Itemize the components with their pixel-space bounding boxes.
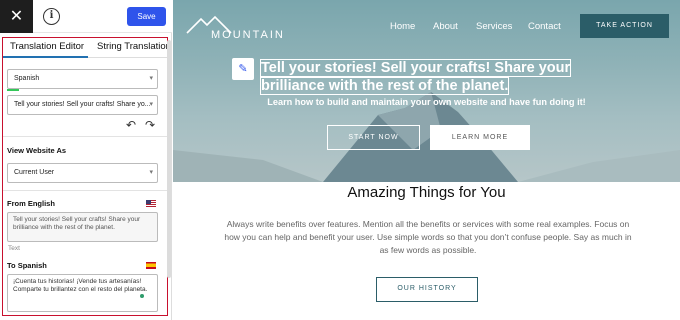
website-preview: MOUNTAIN Home About Services Contact TAK… bbox=[173, 0, 680, 320]
chevron-down-icon: ▾ bbox=[149, 101, 153, 108]
hero-section: MOUNTAIN Home About Services Contact TAK… bbox=[173, 0, 680, 182]
info-icon[interactable]: i bbox=[43, 8, 60, 25]
pencil-icon[interactable]: ✎ bbox=[232, 58, 254, 80]
chevron-down-icon: ▾ bbox=[149, 169, 153, 176]
divider bbox=[3, 136, 167, 137]
take-action-button[interactable]: TAKE ACTION bbox=[580, 14, 669, 38]
editor-topbar: ✕ i Save bbox=[0, 0, 172, 33]
headline-line-1: Tell your stories! Sell your crafts! Sha… bbox=[259, 59, 572, 77]
view-as-label: View Website As bbox=[7, 146, 67, 155]
learn-more-button[interactable]: LEARN MORE bbox=[430, 125, 530, 150]
view-as-value: Current User bbox=[14, 169, 55, 176]
hero-headline[interactable]: Tell your stories! Sell your crafts! Sha… bbox=[259, 59, 593, 95]
source-text-field: Tell your stories! Sell your crafts! Sha… bbox=[7, 212, 158, 242]
translation-text-field[interactable]: ¡Cuenta tus historias! ¡Vende tus artesa… bbox=[7, 274, 158, 312]
view-as-select[interactable]: Current User ▾ bbox=[7, 163, 158, 183]
editor-tabs: Translation Editor String Translation bbox=[3, 38, 167, 58]
save-button[interactable]: Save bbox=[127, 7, 166, 26]
close-icon[interactable]: ✕ bbox=[0, 0, 33, 33]
us-flag-icon bbox=[146, 200, 156, 207]
grammar-check-icon[interactable] bbox=[140, 294, 144, 298]
nav-about[interactable]: About bbox=[433, 21, 458, 32]
tab-translation-editor[interactable]: Translation Editor bbox=[10, 41, 84, 52]
to-spanish-label: To Spanish bbox=[7, 261, 47, 270]
divider bbox=[3, 190, 167, 191]
hero-subheadline: Learn how to build and maintain your own… bbox=[267, 97, 586, 107]
site-logo-text: MOUNTAIN bbox=[211, 29, 285, 41]
source-type-label: Text bbox=[8, 245, 20, 252]
section-body: Always write benefits over features. Men… bbox=[224, 219, 632, 255]
translation-status-indicator bbox=[7, 89, 19, 91]
string-select[interactable]: Tell your stories! Sell your crafts! Sha… bbox=[7, 95, 158, 115]
tab-string-translation[interactable]: String Translation bbox=[97, 41, 167, 52]
nav-services[interactable]: Services bbox=[476, 21, 512, 32]
redo-icon[interactable]: ↷ bbox=[145, 118, 155, 132]
language-select-value: Spanish bbox=[14, 75, 40, 82]
chevron-down-icon: ▾ bbox=[149, 75, 153, 82]
section-title: Amazing Things for You bbox=[347, 184, 506, 201]
string-select-value: Tell your stories! Sell your crafts! Sha… bbox=[14, 101, 151, 108]
spain-flag-icon bbox=[146, 262, 156, 269]
app-root: ✕ i Save Translation Editor String Trans… bbox=[0, 0, 680, 320]
language-select[interactable]: Spanish ▾ bbox=[7, 69, 158, 89]
nav-contact[interactable]: Contact bbox=[528, 21, 561, 32]
editor-highlight-frame: Translation Editor String Translation Sp… bbox=[2, 37, 168, 316]
panel-scrollbar[interactable] bbox=[167, 40, 171, 278]
undo-icon[interactable]: ↶ bbox=[126, 118, 136, 132]
nav-home[interactable]: Home bbox=[390, 21, 415, 32]
active-tab-indicator bbox=[3, 56, 88, 58]
translation-editor-panel: ✕ i Save Translation Editor String Trans… bbox=[0, 0, 172, 320]
start-now-button[interactable]: START NOW bbox=[327, 125, 420, 150]
our-history-button[interactable]: OUR HISTORY bbox=[376, 277, 478, 302]
from-english-label: From English bbox=[7, 199, 55, 208]
headline-line-2: brilliance with the rest of the planet. bbox=[259, 77, 510, 95]
